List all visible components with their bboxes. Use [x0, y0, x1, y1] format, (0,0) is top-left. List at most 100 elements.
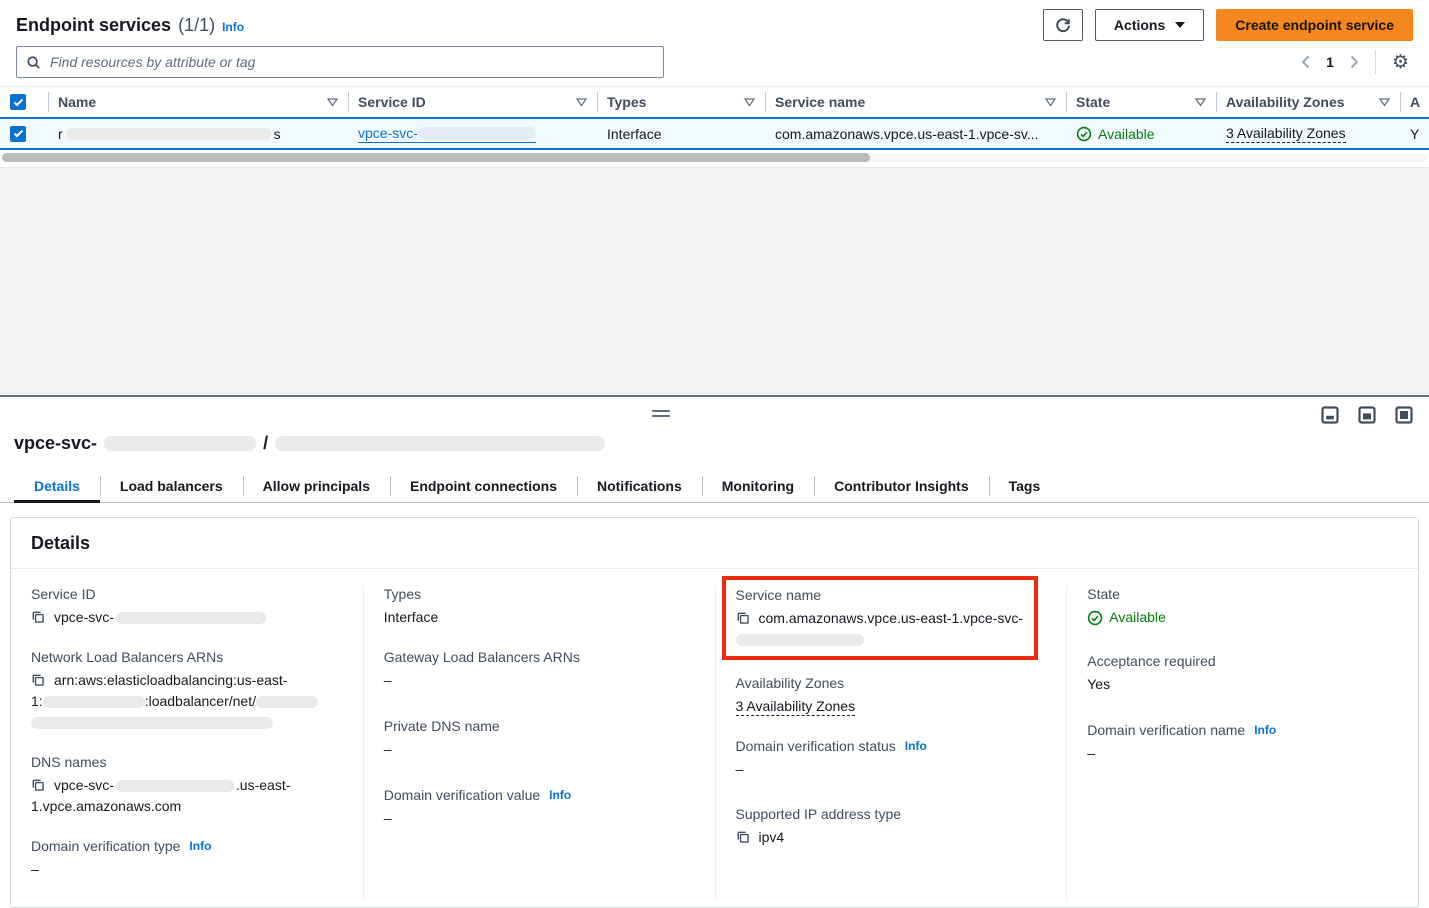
- table-header: Name Service ID Types Service name State: [0, 86, 1429, 117]
- tab-monitoring[interactable]: Monitoring: [702, 469, 814, 502]
- cell-service-id: vpce-svc-: [348, 119, 597, 148]
- filter-icon[interactable]: [744, 98, 755, 107]
- copy-icon[interactable]: [736, 830, 750, 844]
- caret-down-icon: [1175, 22, 1185, 28]
- panel-collapse-button[interactable]: [1319, 404, 1341, 426]
- column-header-types[interactable]: Types: [597, 87, 765, 117]
- field-nlb-arns: Network Load Balancers ARNs arn:aws:elas…: [31, 649, 343, 733]
- field-availability-zones: Availability Zones 3 Availability Zones: [736, 675, 1047, 717]
- copy-icon[interactable]: [31, 673, 45, 687]
- panel-full-button[interactable]: [1393, 404, 1415, 426]
- info-link[interactable]: Info: [905, 739, 927, 753]
- filter-icon[interactable]: [1195, 98, 1206, 107]
- availability-zones-link[interactable]: 3 Availability Zones: [736, 698, 856, 716]
- field-types: Types Interface: [384, 586, 695, 628]
- field-label: Gateway Load Balancers ARNs: [384, 649, 580, 665]
- tab-tags[interactable]: Tags: [989, 469, 1061, 502]
- filter-icon[interactable]: [327, 98, 338, 107]
- field-label: Types: [384, 586, 421, 602]
- availability-zones-link[interactable]: 3 Availability Zones: [1226, 125, 1346, 143]
- details-column-3: Service name com.amazonaws.vpce.us-east-…: [715, 586, 1067, 901]
- copy-icon[interactable]: [736, 611, 750, 625]
- info-link[interactable]: Info: [549, 788, 571, 802]
- field-label: Service ID: [31, 586, 96, 602]
- refresh-button[interactable]: [1043, 9, 1083, 41]
- page-title: Endpoint services: [16, 15, 171, 36]
- panel-size-controls: [1319, 404, 1415, 426]
- horizontal-scrollbar[interactable]: [2, 153, 1427, 162]
- cell-service-name: com.amazonaws.vpce.us-east-1.vpce-sv...: [765, 119, 1066, 148]
- field-label: Acceptance required: [1087, 653, 1215, 669]
- filter-icon[interactable]: [1045, 98, 1056, 107]
- info-link[interactable]: Info: [222, 20, 244, 34]
- create-endpoint-service-button[interactable]: Create endpoint service: [1216, 9, 1413, 41]
- actions-button[interactable]: Actions: [1095, 9, 1204, 41]
- arn-line2-prefix: 1:: [31, 693, 43, 709]
- field-domain-verification-status: Domain verification status Info –: [736, 738, 1047, 780]
- tab-contributor-insights[interactable]: Contributor Insights: [814, 469, 989, 502]
- divider: [1375, 50, 1376, 74]
- field-label: Availability Zones: [736, 675, 845, 691]
- chevron-right-icon: [1350, 55, 1359, 69]
- tab-details[interactable]: Details: [14, 469, 100, 502]
- info-link[interactable]: Info: [1254, 723, 1276, 737]
- field-label: State: [1087, 586, 1120, 602]
- tab-endpoint-connections[interactable]: Endpoint connections: [390, 469, 577, 502]
- state-value: Available: [1109, 607, 1166, 628]
- info-link[interactable]: Info: [189, 839, 211, 853]
- panel-title: vpce-svc- /: [14, 433, 1415, 454]
- details-column-4: State Available Acceptance: [1066, 586, 1418, 901]
- column-header-service-id[interactable]: Service ID: [348, 87, 597, 117]
- field-label: DNS names: [31, 754, 106, 770]
- copy-icon[interactable]: [31, 610, 45, 624]
- redacted-text: [116, 780, 234, 792]
- next-page-button[interactable]: [1346, 51, 1363, 73]
- prev-page-button[interactable]: [1297, 51, 1314, 73]
- scrollbar-thumb[interactable]: [2, 153, 870, 162]
- column-label: State: [1076, 94, 1110, 110]
- split-panel: vpce-svc- / Details Load balancers Allow…: [0, 395, 1429, 888]
- table-row[interactable]: r s vpce-svc- Interface com.amazonaws.vp…: [0, 117, 1429, 150]
- column-header-availability-zones[interactable]: Availability Zones: [1216, 87, 1400, 117]
- field-dns-names: DNS names vpce-svc-.us-east- 1.vpce.amaz…: [31, 754, 343, 817]
- panel-title-separator: /: [263, 433, 268, 454]
- search-box[interactable]: [16, 46, 664, 78]
- tab-allow-principals[interactable]: Allow principals: [243, 469, 390, 502]
- service-id-link[interactable]: vpce-svc-: [358, 125, 536, 143]
- copy-icon[interactable]: [31, 778, 45, 792]
- tab-notifications[interactable]: Notifications: [577, 469, 702, 502]
- field-label: Domain verification value: [384, 787, 540, 803]
- search-icon: [26, 55, 41, 70]
- panel-half-button[interactable]: [1356, 404, 1378, 426]
- tab-load-balancers[interactable]: Load balancers: [100, 469, 243, 502]
- field-value: –: [384, 670, 695, 691]
- filter-icon[interactable]: [576, 98, 587, 107]
- column-header-clipped[interactable]: A: [1400, 87, 1429, 117]
- filter-icon[interactable]: [1379, 98, 1390, 107]
- panel-drag-handle-icon[interactable]: [652, 410, 670, 420]
- page-number[interactable]: 1: [1326, 54, 1334, 70]
- field-value: –: [31, 859, 343, 880]
- table-settings-button[interactable]: ⚙: [1388, 49, 1413, 76]
- dns-suffix: .us-east-: [236, 777, 290, 793]
- panel-full-icon: [1395, 406, 1413, 424]
- chevron-left-icon: [1301, 55, 1310, 69]
- row-checkbox[interactable]: [10, 126, 26, 142]
- column-label: Service name: [775, 94, 865, 110]
- column-label: Service ID: [358, 94, 426, 110]
- field-supported-ip-address-type: Supported IP address type ipv4: [736, 806, 1047, 848]
- column-header-state[interactable]: State: [1066, 87, 1216, 117]
- panel-half-icon: [1358, 406, 1376, 424]
- service-id-prefix: vpce-svc-: [358, 125, 418, 141]
- refresh-icon: [1055, 17, 1071, 33]
- field-label: Domain verification name: [1087, 722, 1245, 738]
- search-input[interactable]: [48, 53, 654, 71]
- column-header-service-name[interactable]: Service name: [765, 87, 1066, 117]
- field-value: –: [384, 739, 695, 760]
- redacted-text: [256, 696, 318, 708]
- column-header-name[interactable]: Name: [48, 87, 348, 117]
- service-id-prefix: vpce-svc-: [54, 609, 114, 625]
- select-all-checkbox[interactable]: [10, 94, 26, 110]
- dns-prefix: vpce-svc-: [54, 777, 114, 793]
- field-label: Service name: [736, 587, 822, 603]
